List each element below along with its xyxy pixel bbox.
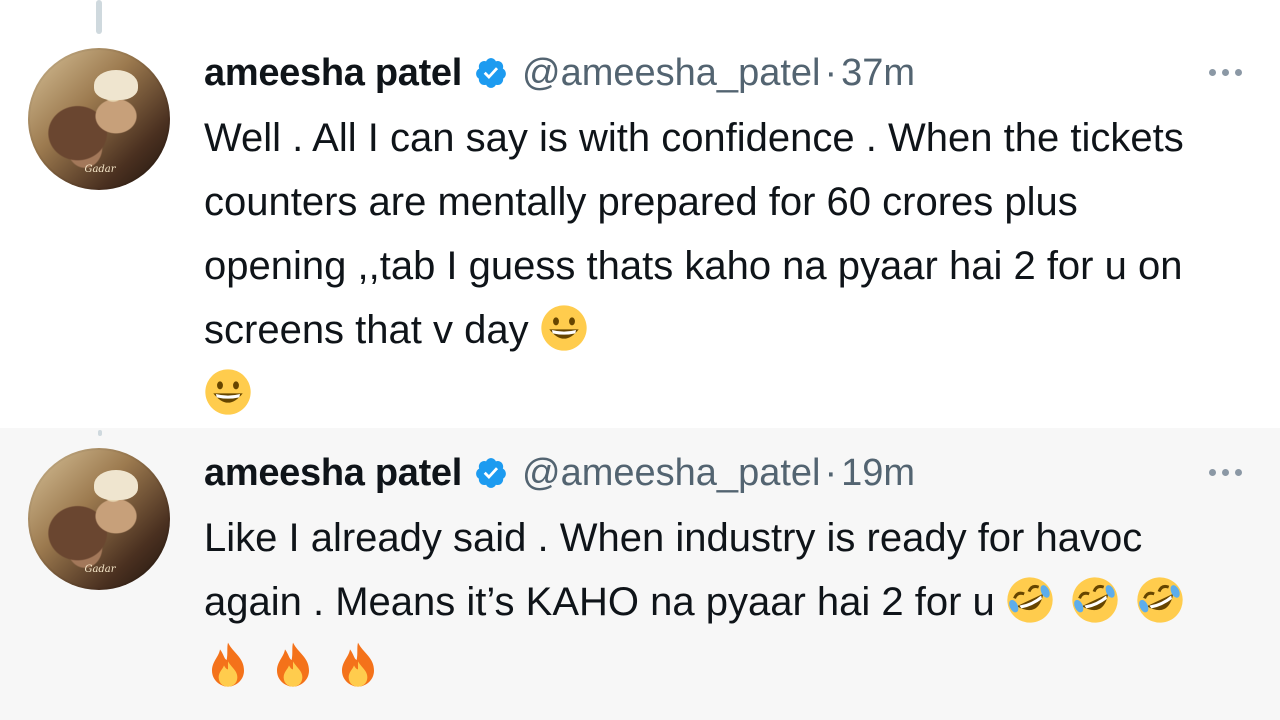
tweet-text: Well . All I can say is with confidence …	[204, 106, 1224, 426]
thread-connector-dot	[98, 430, 102, 436]
tweet-text: Like I already said . When industry is r…	[204, 506, 1224, 698]
tweet-1[interactable]: Gadar ameesha patel @ameesha_patel · 37m…	[0, 0, 1280, 428]
handle[interactable]: @ameesha_patel	[522, 52, 820, 95]
fire-emoji-icon	[342, 642, 375, 687]
avatar[interactable]: Gadar	[28, 48, 170, 190]
grinning-face-emoji-icon	[205, 369, 251, 415]
timestamp[interactable]: 19m	[841, 452, 915, 495]
separator-dot: ·	[824, 451, 838, 494]
display-name[interactable]: ameesha patel	[204, 452, 462, 495]
rofl-face-emoji-icon	[1072, 577, 1118, 623]
avatar[interactable]: Gadar	[28, 448, 170, 590]
tweet-body: Like I already said . When industry is r…	[204, 516, 1143, 624]
verified-badge-icon	[476, 58, 506, 88]
verified-badge-icon	[476, 458, 506, 488]
tweet-2[interactable]: Gadar ameesha patel @ameesha_patel · 19m…	[0, 428, 1280, 720]
tweet-body: Well . All I can say is with confidence …	[204, 116, 1184, 352]
avatar-turban-shape	[94, 70, 138, 100]
avatar-logo-text: Gadar	[84, 164, 116, 175]
display-name[interactable]: ameesha patel	[204, 52, 462, 95]
avatar-turban-shape	[94, 470, 138, 500]
fire-emoji-icon	[277, 642, 310, 687]
handle[interactable]: @ameesha_patel	[522, 452, 820, 495]
separator-dot: ·	[824, 51, 838, 94]
tweet-header: ameesha patel @ameesha_patel · 19m	[204, 448, 915, 498]
fire-emoji-icon	[212, 642, 244, 687]
more-options-icon[interactable]	[1209, 466, 1242, 478]
timestamp[interactable]: 37m	[841, 52, 915, 95]
rofl-face-emoji-icon	[1137, 577, 1183, 623]
thread-connector-line	[96, 0, 102, 34]
tweet-header: ameesha patel @ameesha_patel · 37m	[204, 48, 915, 98]
grinning-face-emoji-icon	[541, 305, 587, 351]
avatar-logo-text: Gadar	[84, 564, 116, 575]
more-options-icon[interactable]	[1209, 66, 1242, 78]
rofl-face-emoji-icon	[1007, 577, 1053, 623]
